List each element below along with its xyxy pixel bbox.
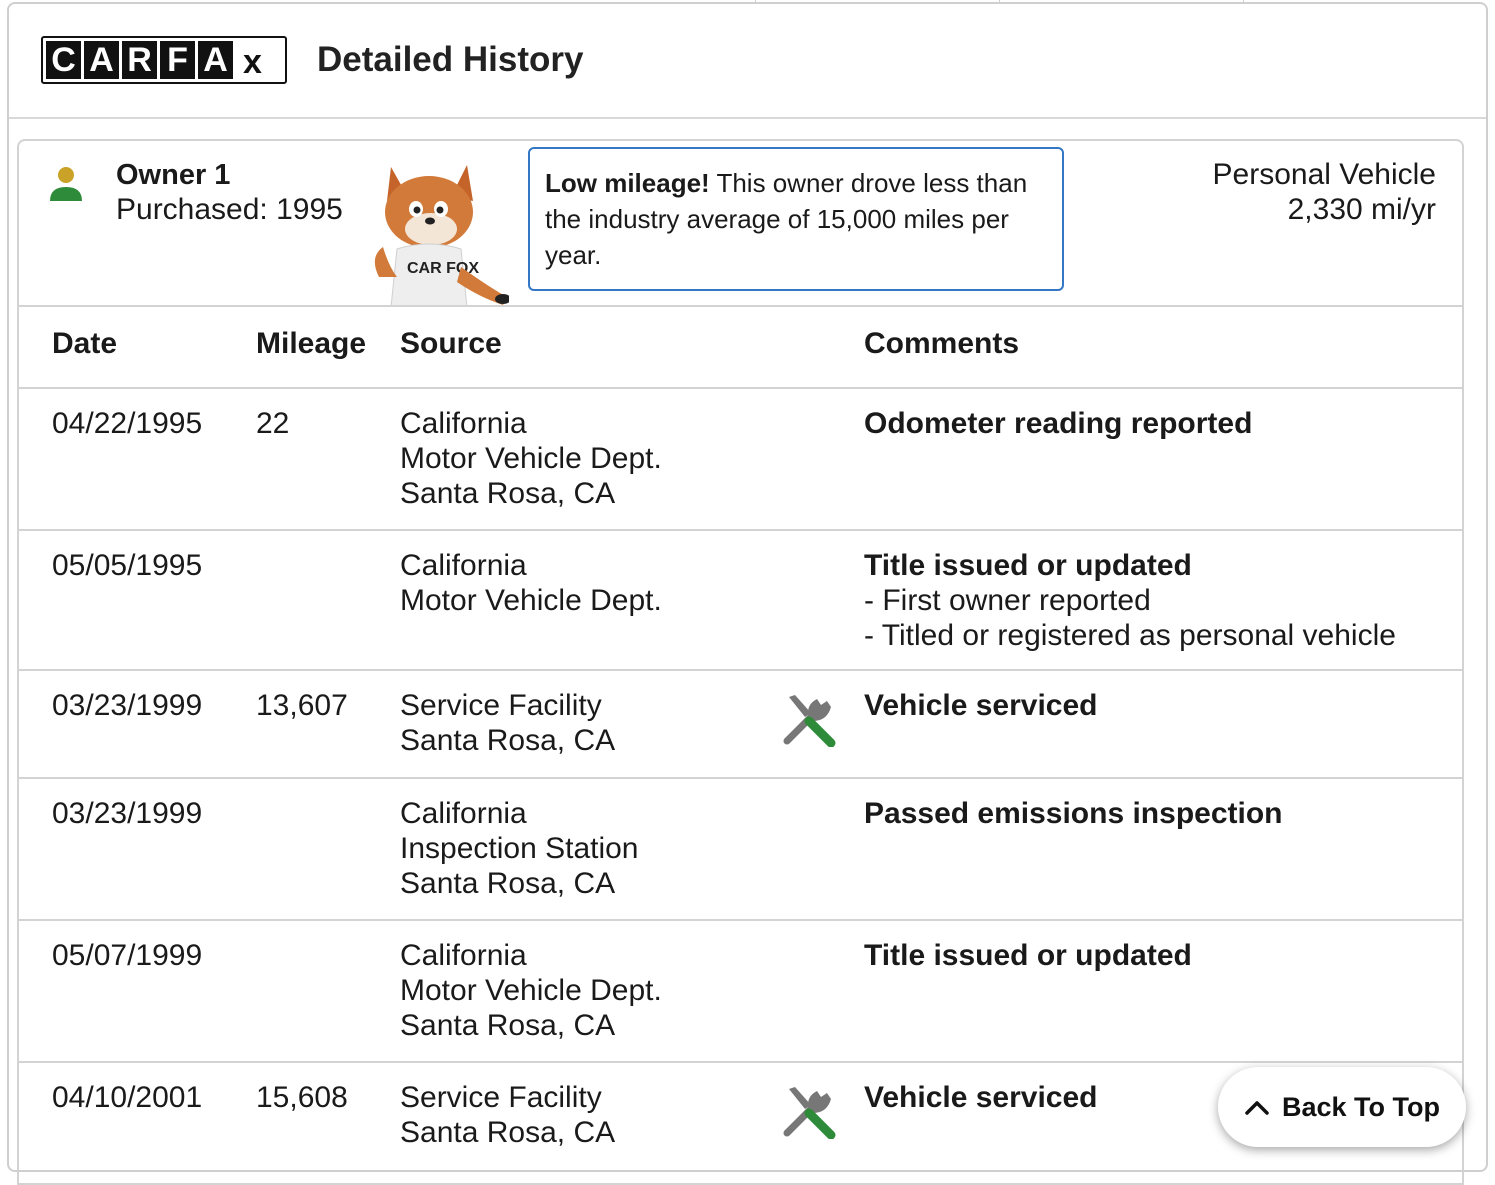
source-line: California: [400, 549, 527, 582]
comment-title: Vehicle serviced: [864, 689, 1098, 722]
source-line: California: [400, 407, 527, 440]
service-wrench-screwdriver-icon: [783, 695, 836, 747]
mileage-rate: 2,330 mi/yr: [1287, 193, 1436, 226]
column-header-source: Source: [400, 327, 502, 360]
logo-letter: C: [46, 41, 81, 79]
row-source: California Motor Vehicle Dept.: [400, 548, 662, 618]
logo-letter: A: [84, 41, 119, 79]
column-header-comments: Comments: [864, 327, 1020, 360]
row-date: 03/23/1999: [52, 689, 203, 722]
comment-title: Title issued or updated: [864, 939, 1192, 972]
source-line: Motor Vehicle Dept.: [400, 584, 662, 617]
history-table: Date Mileage Source Comments 04/22/1995 2…: [17, 305, 1464, 1185]
row-source: California Inspection Station Santa Rosa, …: [400, 796, 639, 901]
source-line: Santa Rosa, CA: [400, 867, 616, 900]
source-line: California: [400, 939, 527, 972]
source-line: Motor Vehicle Dept.: [400, 974, 662, 1007]
row-comments: Vehicle serviced: [864, 688, 1098, 723]
row-mileage: 13,607: [256, 689, 348, 722]
owner-name: Owner 1: [116, 159, 231, 191]
row-source: California Motor Vehicle Dept. Santa Rosa,…: [400, 406, 662, 511]
row-date: 05/07/1999: [52, 939, 203, 972]
chevron-up-icon: [1245, 1101, 1269, 1115]
source-line: Service Facility: [400, 689, 602, 722]
row-source: California Motor Vehicle Dept. Santa Rosa,…: [400, 938, 662, 1043]
table-row: 04/22/1995 22 California Motor Vehicle Dept…: [19, 389, 1462, 531]
logo-letter: R: [122, 41, 157, 79]
callout-highlight: Low mileage!: [545, 168, 710, 198]
source-line: Santa Rosa, CA: [400, 1116, 616, 1149]
table-body: 04/22/1995 22 California Motor Vehicle Dept…: [19, 389, 1462, 1185]
vehicle-usage: Personal Vehicle 2,330 mi/yr: [1213, 157, 1436, 227]
row-mileage: 22: [256, 407, 290, 440]
person-icon: [50, 167, 82, 201]
row-comments: Title issued or updatedFirst owner repor…: [864, 548, 1396, 653]
row-comments: Vehicle serviced: [864, 1080, 1098, 1115]
comment-title: Vehicle serviced: [864, 1081, 1098, 1114]
row-comments: Odometer reading reported: [864, 406, 1252, 441]
comment-title: Passed emissions inspection: [864, 797, 1283, 830]
owner-purchased: Purchased: 1995: [116, 193, 343, 226]
carfax-logo: C A R F A x: [41, 36, 287, 84]
back-to-top-label: Back To Top: [1281, 1091, 1440, 1122]
comment-item: First owner reported: [864, 583, 1396, 618]
page-title: Detailed History: [317, 40, 584, 79]
row-date: 04/22/1995: [52, 407, 203, 440]
logo-letter: A: [198, 41, 233, 79]
table-row: 05/05/1995 California Motor Vehicle Dept. T…: [19, 531, 1462, 671]
comment-title: Title issued or updated: [864, 549, 1192, 582]
service-wrench-screwdriver-icon: [783, 1087, 836, 1139]
row-comments: Title issued or updated: [864, 938, 1192, 973]
row-date: 05/05/1995: [52, 549, 203, 582]
carfox-mascot-icon: CAR FOX: [374, 165, 509, 307]
low-mileage-callout: Low mileage! This owner drove less than …: [528, 147, 1064, 291]
row-date: 04/10/2001: [52, 1081, 203, 1114]
section-header: C A R F A x Detailed History: [9, 4, 1486, 119]
column-header-mileage: Mileage: [256, 327, 367, 360]
row-source: Service Facility Santa Rosa, CA: [400, 688, 615, 758]
table-row: 05/07/1999 California Motor Vehicle Dept. S…: [19, 921, 1462, 1063]
logo-letter-x: x: [236, 41, 269, 79]
source-line: Service Facility: [400, 1081, 602, 1114]
row-date: 03/23/1999: [52, 797, 203, 830]
source-line: Motor Vehicle Dept.: [400, 442, 662, 475]
row-source: Service Facility Santa Rosa, CA: [400, 1080, 615, 1150]
source-line: Santa Rosa, CA: [400, 724, 616, 757]
row-mileage: 15,608: [256, 1081, 348, 1114]
source-line: Santa Rosa, CA: [400, 477, 616, 510]
comment-item: Titled or registered as personal vehicle: [864, 618, 1396, 653]
source-line: Santa Rosa, CA: [400, 1009, 616, 1042]
back-to-top-button[interactable]: Back To Top: [1218, 1067, 1466, 1147]
source-line: Inspection Station: [400, 832, 639, 865]
row-comments: Passed emissions inspection: [864, 796, 1283, 831]
column-header-date: Date: [52, 327, 118, 360]
comment-title: Odometer reading reported: [864, 407, 1253, 440]
table-row: 03/23/1999 California Inspection Station Sa…: [19, 779, 1462, 921]
vehicle-type: Personal Vehicle: [1212, 158, 1436, 191]
owner-summary: Owner 1 Purchased: 1995 CAR FOX Low mile…: [17, 139, 1464, 309]
logo-letter: F: [160, 41, 195, 79]
table-row: 03/23/1999 13,607 Service Facility Santa Ro…: [19, 671, 1462, 779]
source-line: California: [400, 797, 527, 830]
table-header: Date Mileage Source Comments: [19, 307, 1462, 389]
